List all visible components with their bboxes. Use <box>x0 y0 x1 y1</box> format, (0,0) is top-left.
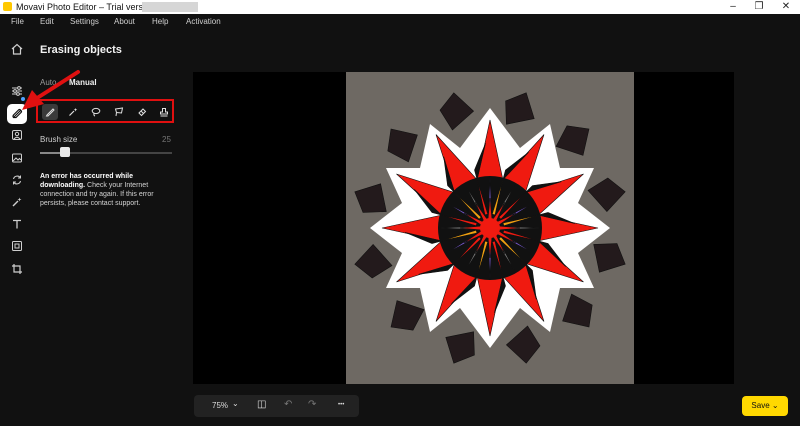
magic-wand-icon[interactable] <box>7 193 27 213</box>
magic-brush-icon[interactable] <box>65 104 81 120</box>
notification-dot <box>21 97 25 101</box>
mode-auto-tab[interactable]: Auto <box>40 78 56 87</box>
stamp-icon[interactable] <box>156 104 172 120</box>
zoom-level[interactable]: 75% <box>212 401 228 410</box>
menu-bar: File Edit Settings About Help Activation <box>0 14 800 30</box>
chevron-down-icon[interactable]: ⌄ <box>232 399 239 408</box>
maximize-button[interactable]: ❐ <box>744 0 774 14</box>
crop-icon[interactable] <box>7 260 27 280</box>
menu-file[interactable]: File <box>11 17 24 26</box>
menu-settings[interactable]: Settings <box>70 17 99 26</box>
close-button[interactable]: ✕ <box>771 0 800 14</box>
dark-diamond <box>445 331 475 364</box>
frame-icon[interactable] <box>7 237 27 257</box>
chevron-down-icon: ⌄ <box>771 401 779 410</box>
dark-diamond <box>587 177 626 213</box>
dark-diamond <box>387 128 418 163</box>
menu-help[interactable]: Help <box>152 17 168 26</box>
image-icon[interactable] <box>7 149 27 169</box>
photo-image <box>346 72 634 384</box>
redo-icon[interactable]: ↷ <box>308 399 316 410</box>
brush-size-slider[interactable] <box>40 147 172 157</box>
error-message: An error has occurred while downloading.… <box>40 172 172 208</box>
window-title: Movavi Photo Editor – Trial version – <box>16 2 163 12</box>
bottom-toolbar: 75% ⌄ ◫ ↶ ↷ ••• <box>194 395 359 417</box>
canvas-area[interactable] <box>193 72 734 384</box>
app-logo-icon <box>3 2 12 11</box>
title-bar: Movavi Photo Editor – Trial version – – … <box>0 0 800 14</box>
lasso-icon[interactable] <box>88 104 104 120</box>
mode-manual-tab[interactable]: Manual <box>69 78 97 87</box>
dark-diamond <box>555 125 590 156</box>
brush-size-label: Brush size <box>40 135 78 144</box>
menu-edit[interactable]: Edit <box>40 17 54 26</box>
star-mandala-image <box>354 92 626 364</box>
rotate-icon[interactable] <box>7 171 27 191</box>
more-icon[interactable]: ••• <box>338 402 344 408</box>
dark-diamond <box>505 325 541 364</box>
dark-diamond <box>390 300 425 331</box>
menu-about[interactable]: About <box>114 17 135 26</box>
dark-diamond <box>593 243 626 273</box>
text-icon[interactable] <box>7 215 27 235</box>
brush-size-value: 25 <box>162 135 171 144</box>
menu-activation[interactable]: Activation <box>186 17 221 26</box>
center-disc <box>480 218 500 238</box>
eraser-tool-icon[interactable] <box>134 104 150 120</box>
dark-diamond <box>354 183 387 213</box>
portrait-icon[interactable] <box>7 126 27 146</box>
dark-diamond <box>562 293 593 328</box>
slider-handle[interactable] <box>60 147 71 157</box>
save-label: Save <box>751 401 770 410</box>
save-button[interactable]: Save ⌄ <box>742 396 788 416</box>
compare-icon[interactable]: ◫ <box>257 399 266 410</box>
brush-icon[interactable] <box>42 104 58 120</box>
panel-title: Erasing objects <box>40 44 122 56</box>
polygon-lasso-icon[interactable] <box>111 104 127 120</box>
eraser-icon[interactable] <box>7 104 27 124</box>
home-icon[interactable] <box>7 40 27 60</box>
dark-diamond <box>354 243 393 279</box>
undo-icon[interactable]: ↶ <box>284 399 292 410</box>
redacted-text <box>142 2 198 12</box>
dark-diamond <box>439 92 475 131</box>
dark-diamond <box>505 92 535 125</box>
erase-tools-group <box>36 99 174 123</box>
